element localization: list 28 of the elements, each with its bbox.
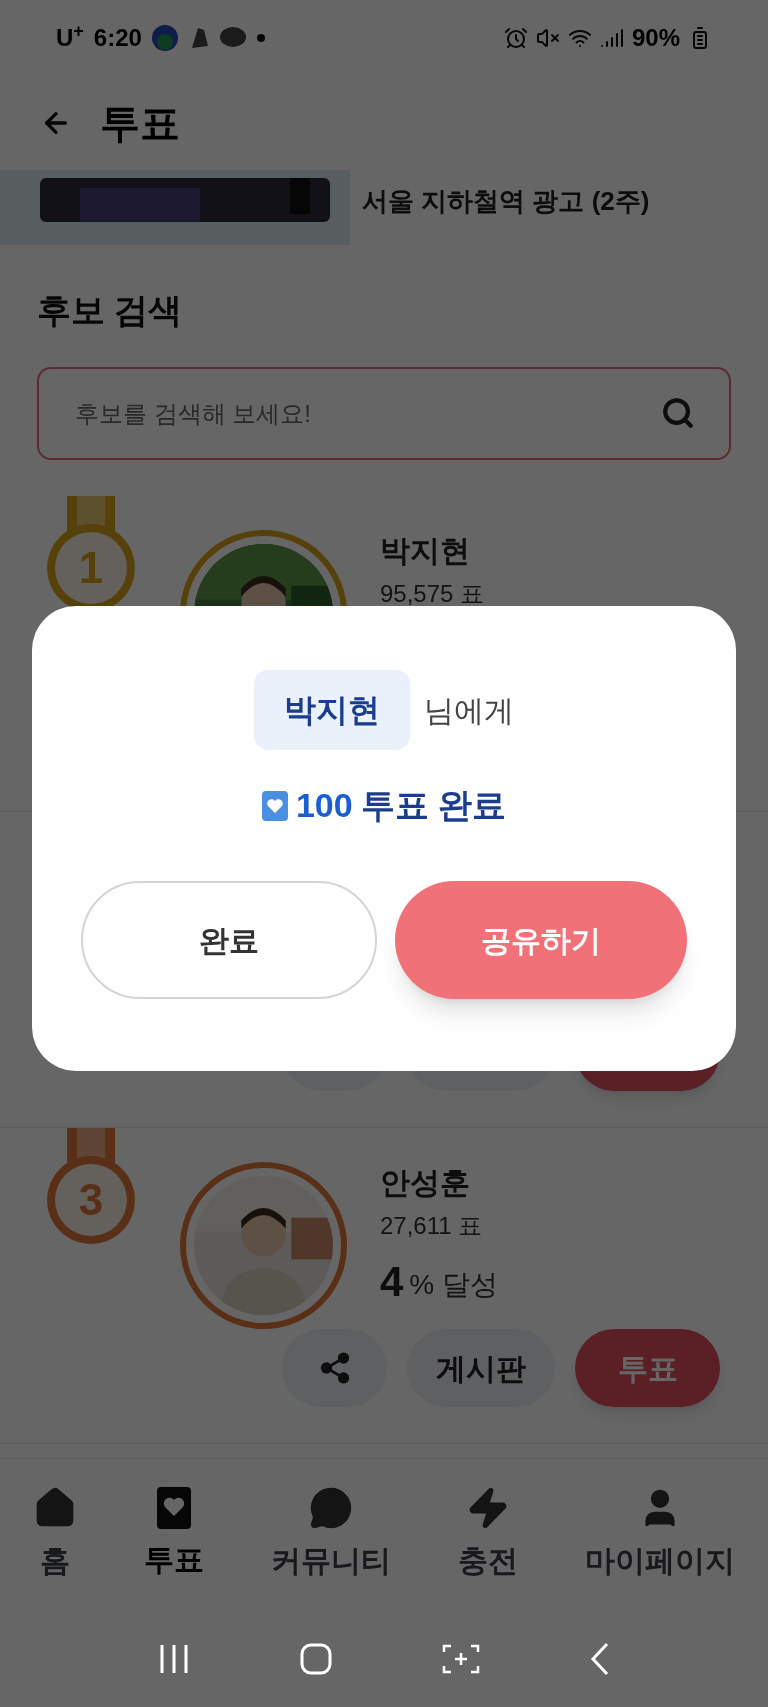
vote-count: 27,611 표 <box>380 1211 484 1241</box>
candidate-name: 박지현 <box>380 533 471 569</box>
carrier-label: U$^{+}$ <box>56 19 84 53</box>
done-button[interactable]: 완료 <box>81 881 377 999</box>
vote-result: 투표 완료 <box>360 785 507 826</box>
page-title: 투표 <box>100 99 180 147</box>
battery-percent: 90% <box>631 22 680 53</box>
search-field[interactable]: 후보를 검색해 보세요! <box>37 367 731 460</box>
clock-time: 6:20 <box>93 22 142 53</box>
vote-amount: 100 <box>295 785 353 826</box>
candidate-name: 안성훈 <box>380 1165 471 1201</box>
nav-tab[interactable]: 마이페이지 <box>584 1486 735 1583</box>
nav-tab[interactable]: 홈 <box>33 1486 78 1583</box>
section-title: 후보 검색 <box>36 290 184 331</box>
nav-tab[interactable]: 투표 <box>144 1487 205 1582</box>
percent-label: % 달성 <box>409 1268 499 1302</box>
rank-number: 3 <box>77 1178 105 1222</box>
recipient-suffix: 님에게 <box>424 692 514 729</box>
recipient-name: 박지현 <box>254 670 410 750</box>
nav-tab[interactable]: 충전 <box>457 1486 518 1583</box>
rank-number: 1 <box>77 546 105 590</box>
vote-count: 95,575 표 <box>380 579 485 609</box>
percent-value: 4 <box>380 1261 404 1303</box>
nav-tab[interactable]: 커뮤니티 <box>271 1486 391 1583</box>
banner-caption: 서울 지하철역 광고 (2주) <box>362 185 650 218</box>
board-button[interactable]: 게시판 <box>407 1329 555 1407</box>
share-button[interactable]: 공유하기 <box>395 881 687 999</box>
vote-button[interactable]: 투표 <box>575 1329 720 1407</box>
